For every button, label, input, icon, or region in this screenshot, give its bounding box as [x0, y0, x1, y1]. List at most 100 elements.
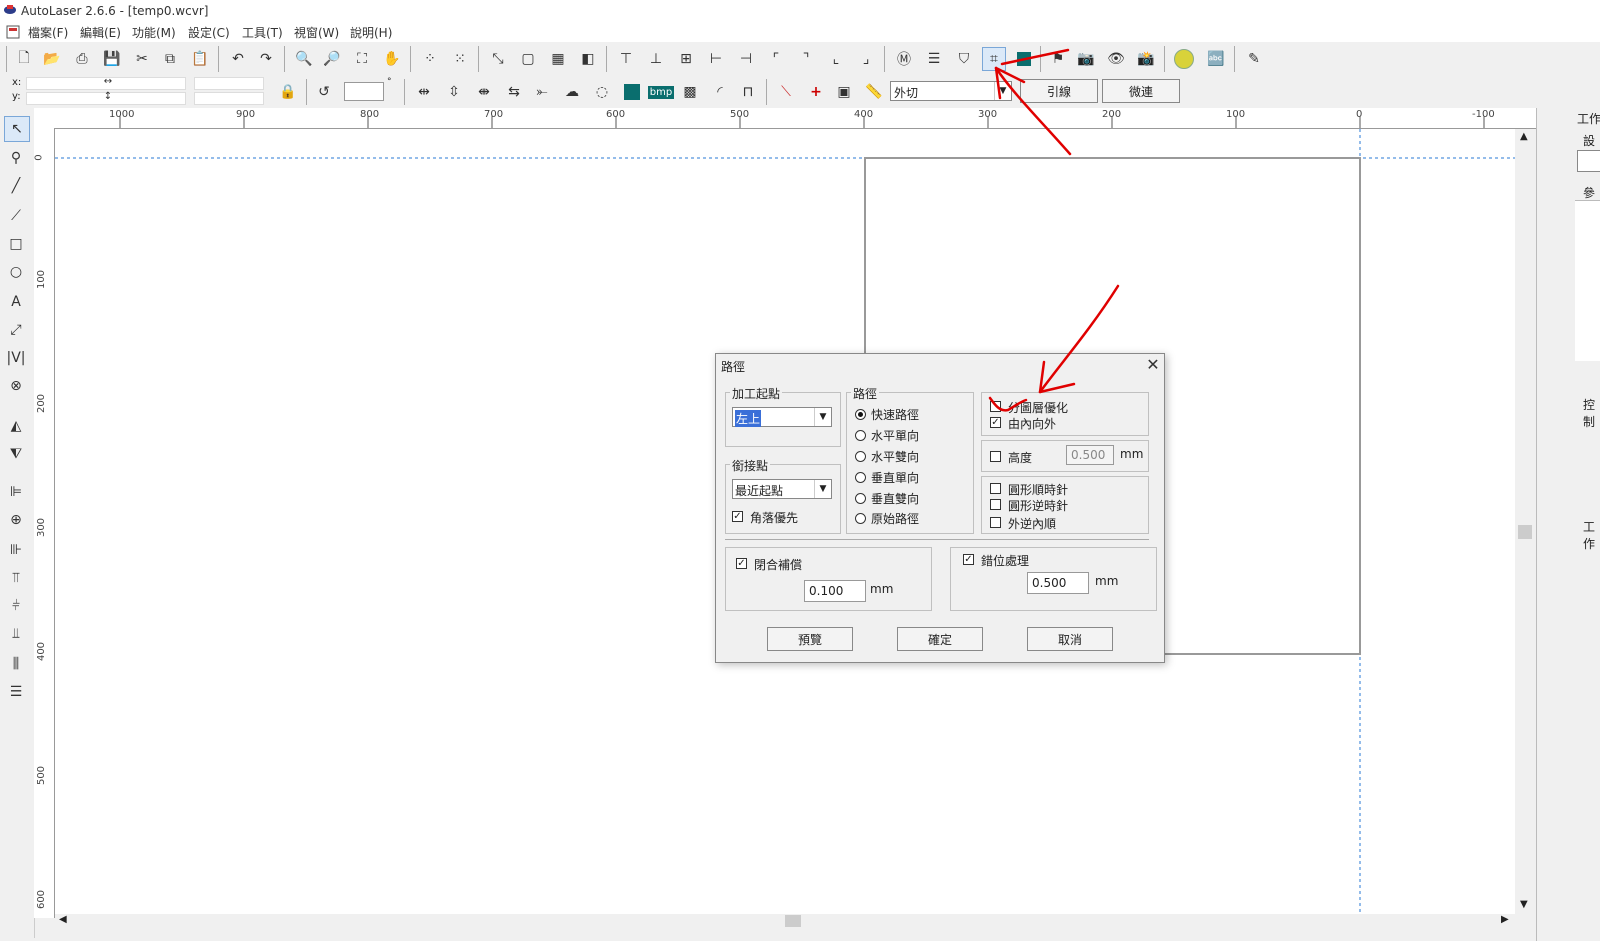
node-edit-icon[interactable]: ⚲: [4, 146, 28, 170]
align-corner-tl-icon[interactable]: ⌜: [764, 47, 788, 71]
height-field[interactable]: [194, 92, 264, 105]
select-arrow-icon[interactable]: ↖: [4, 116, 30, 142]
scroll-down-icon[interactable]: ▼: [1520, 899, 1528, 910]
mirror-icon[interactable]: ⇆: [502, 80, 526, 104]
align-bottom-tool-icon[interactable]: ⫫: [4, 622, 28, 646]
layer-select[interactable]: 外切 ▼: [890, 81, 1012, 101]
align-top-icon[interactable]: ⊤: [614, 47, 638, 71]
fill-pattern-icon[interactable]: [620, 80, 644, 104]
align-left-tool-icon[interactable]: ⊫: [4, 480, 28, 504]
rectangle-frame-icon[interactable]: ▢: [516, 47, 540, 71]
align-right-tool-icon[interactable]: ⊪: [4, 538, 28, 562]
preview-button[interactable]: 預覽: [767, 627, 853, 651]
vertical-scrollbar[interactable]: ▲ ▼: [1516, 129, 1534, 914]
scatter-icon[interactable]: ⤜: [530, 80, 554, 104]
paste-icon[interactable]: 📋: [188, 47, 212, 71]
pen-icon[interactable]: ✎: [1242, 47, 1266, 71]
bmp-icon[interactable]: bmp: [647, 80, 675, 104]
zoom-icon[interactable]: 🔎: [320, 47, 344, 71]
polyline-icon[interactable]: ⟋: [4, 204, 28, 228]
grid-point-icon[interactable]: ⊗: [4, 374, 28, 398]
layer-list-icon[interactable]: ☰: [922, 47, 946, 71]
new-file-icon[interactable]: 🗋: [12, 47, 36, 71]
shield-icon[interactable]: ⛉: [952, 47, 976, 71]
ruler-icon[interactable]: 📏: [862, 80, 886, 104]
align-right-icon[interactable]: ⊣: [734, 47, 758, 71]
camera-settings-icon[interactable]: 📸: [1134, 47, 1158, 71]
align-hcenter-tool-icon[interactable]: ⊕: [4, 508, 28, 532]
cancel-button[interactable]: 取消: [1027, 627, 1113, 651]
pan-hand-icon[interactable]: ✋: [380, 47, 404, 71]
corner-round-icon[interactable]: ◜: [708, 80, 732, 104]
rotate-icon[interactable]: ↺: [312, 80, 336, 104]
mirror-v-icon[interactable]: ⧨: [4, 442, 28, 466]
circle-ccw-checkbox[interactable]: [990, 499, 1001, 510]
rotate-angle-field[interactable]: [344, 82, 384, 101]
right-panel-box[interactable]: [1577, 150, 1600, 172]
cross-icon[interactable]: +: [804, 80, 828, 104]
circle-dots-icon[interactable]: ◌: [590, 80, 614, 104]
menu-window[interactable]: 視窗(W): [294, 24, 339, 41]
smiley-icon[interactable]: [1172, 47, 1196, 71]
mirror-h-icon[interactable]: ◭: [4, 414, 28, 438]
layer-optimize-checkbox[interactable]: [990, 401, 1001, 412]
menu-settings[interactable]: 設定(C): [188, 24, 230, 41]
draw-line-icon[interactable]: ╱: [4, 174, 28, 198]
combine-icon[interactable]: ◧: [576, 47, 600, 71]
radio-horizontal-two-way[interactable]: [855, 451, 866, 462]
parameter-list[interactable]: [1575, 200, 1600, 361]
offset-input[interactable]: 0.500: [1027, 572, 1089, 594]
align-top-tool-icon[interactable]: ⫪: [4, 566, 28, 590]
group-icon[interactable]: ⁘: [418, 47, 442, 71]
radio-vertical-one-way[interactable]: [855, 472, 866, 483]
distribute-h-icon[interactable]: ⇹: [412, 80, 436, 104]
radio-fast-path[interactable]: [855, 409, 866, 420]
array-grid-icon[interactable]: ▦: [546, 47, 570, 71]
chevron-down-icon[interactable]: ▼: [994, 82, 1011, 100]
zoom-fit-icon[interactable]: ⛶: [350, 47, 374, 71]
height-checkbox[interactable]: [990, 451, 1001, 462]
zoom-in-icon[interactable]: 🔍: [292, 47, 316, 71]
menu-tools[interactable]: 工具(T): [242, 24, 283, 41]
stack-tool-icon[interactable]: ☰: [4, 680, 28, 704]
close-icon[interactable]: ✕: [1144, 356, 1162, 374]
inside-out-checkbox[interactable]: ✓: [990, 417, 1001, 428]
circle-cw-checkbox[interactable]: [990, 483, 1001, 494]
lock-icon[interactable]: 🔒: [276, 80, 300, 104]
space-icon[interactable]: ⇼: [472, 80, 496, 104]
open-folder-icon[interactable]: 📂: [40, 47, 64, 71]
copy-icon[interactable]: ⧉: [158, 47, 182, 71]
radio-original-path[interactable]: [855, 513, 866, 524]
ungroup-icon[interactable]: ⁙: [448, 47, 472, 71]
offset-checkbox[interactable]: ✓: [963, 554, 974, 565]
micro-joint-button[interactable]: 微連: [1102, 79, 1180, 103]
horizontal-scrollbar[interactable]: ◀ ▶: [55, 914, 1516, 928]
barcode-icon[interactable]: |V|: [4, 346, 28, 370]
distribute-tool-icon[interactable]: ⫼: [4, 652, 28, 676]
text-icon[interactable]: A: [4, 290, 28, 314]
align-bottom-icon[interactable]: ⊥: [644, 47, 668, 71]
outer-inner-checkbox[interactable]: [990, 517, 1001, 528]
node-icon[interactable]: ⤡: [486, 47, 510, 71]
lead-line-button[interactable]: 引線: [1020, 79, 1098, 103]
import-icon[interactable]: ⎙: [70, 47, 94, 71]
align-corner-br-icon[interactable]: ⌟: [854, 47, 878, 71]
machine-m-icon[interactable]: Ⓜ: [892, 47, 916, 71]
start-point-select[interactable]: 左上 ▼: [732, 407, 832, 427]
align-corner-bl-icon[interactable]: ⌞: [824, 47, 848, 71]
menu-function[interactable]: 功能(M): [132, 24, 176, 41]
join-point-select[interactable]: 最近起點 ▼: [732, 479, 832, 499]
flag-icon[interactable]: ⚑: [1046, 47, 1070, 71]
cloud-icon[interactable]: ☁: [560, 80, 584, 104]
save-icon[interactable]: 💾: [100, 47, 124, 71]
bridge-icon[interactable]: ⊓: [736, 80, 760, 104]
vertical-scroll-thumb[interactable]: [1518, 525, 1532, 539]
scroll-up-icon[interactable]: ▲: [1520, 131, 1528, 142]
chevron-down-icon[interactable]: ▼: [814, 480, 831, 498]
eye-icon[interactable]: 👁: [1104, 47, 1128, 71]
ellipse-icon[interactable]: ○: [4, 260, 28, 284]
align-corner-tr-icon[interactable]: ⌝: [794, 47, 818, 71]
checker-icon[interactable]: ▩: [678, 80, 702, 104]
align-vcenter-tool-icon[interactable]: ⫩: [4, 594, 28, 618]
corner-first-checkbox[interactable]: ✓: [732, 511, 743, 522]
